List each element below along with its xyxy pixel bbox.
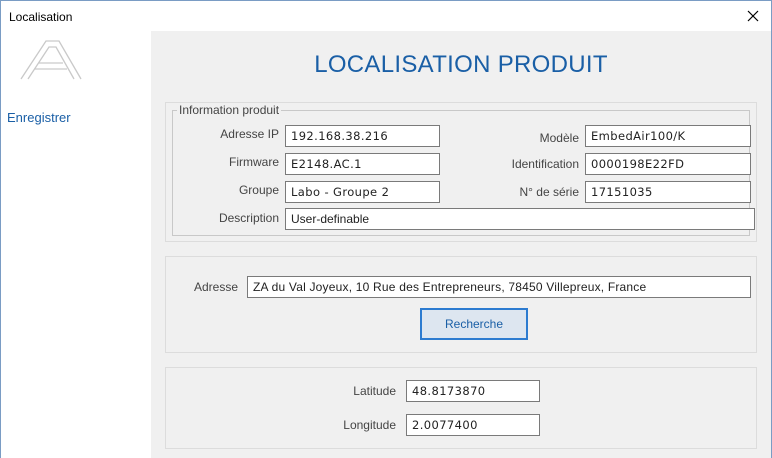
serial-field[interactable]: 17151035 bbox=[585, 181, 751, 203]
address-panel: Adresse ZA du Val Joyeux, 10 Rue des Ent… bbox=[165, 256, 757, 353]
page-title: LOCALISATION PRODUIT bbox=[314, 51, 608, 78]
main-content: LOCALISATION PRODUIT Information produit… bbox=[151, 31, 771, 458]
title-bar: Localisation bbox=[1, 1, 771, 31]
logo-icon bbox=[20, 40, 82, 80]
product-info-groupbox: Information produit Adresse IP 192.168.3… bbox=[172, 103, 755, 236]
window-title: Localisation bbox=[9, 10, 73, 24]
search-button[interactable]: Recherche bbox=[420, 308, 528, 340]
group-label: Groupe bbox=[238, 183, 279, 197]
coordinates-panel: Latitude 48.8173870 Longitude 2.0077400 bbox=[165, 367, 757, 449]
close-button[interactable] bbox=[735, 1, 771, 31]
product-info-legend: Information produit bbox=[177, 103, 282, 117]
firmware-label: Firmware bbox=[229, 155, 279, 169]
localisation-window: Localisation Enregistrer LOCALISATION PR… bbox=[0, 0, 772, 458]
longitude-field[interactable]: 2.0077400 bbox=[406, 414, 540, 436]
identification-field[interactable]: 0000198E22FD bbox=[585, 153, 751, 175]
model-field[interactable]: EmbedAir100/K bbox=[585, 125, 751, 147]
model-label: Modèle bbox=[539, 131, 579, 145]
latitude-label: Latitude bbox=[353, 384, 396, 398]
group-field[interactable]: Labo - Groupe 2 bbox=[285, 181, 440, 203]
ip-field[interactable]: 192.168.38.216 bbox=[285, 125, 440, 147]
identification-label: Identification bbox=[511, 157, 579, 171]
save-link[interactable]: Enregistrer bbox=[7, 110, 71, 125]
ip-label: Adresse IP bbox=[220, 127, 279, 141]
address-field[interactable]: ZA du Val Joyeux, 10 Rue des Entrepreneu… bbox=[247, 276, 751, 298]
product-info-panel: Information produit Adresse IP 192.168.3… bbox=[165, 102, 757, 242]
sidebar: Enregistrer bbox=[1, 31, 151, 458]
description-field[interactable]: User-definable bbox=[285, 208, 755, 230]
firmware-field[interactable]: E2148.AC.1 bbox=[285, 153, 440, 175]
address-label: Adresse bbox=[193, 280, 238, 294]
latitude-field[interactable]: 48.8173870 bbox=[406, 380, 540, 402]
serial-label: N° de série bbox=[519, 185, 580, 199]
longitude-label: Longitude bbox=[343, 418, 396, 432]
close-icon bbox=[747, 10, 759, 22]
description-label: Description bbox=[218, 211, 279, 225]
